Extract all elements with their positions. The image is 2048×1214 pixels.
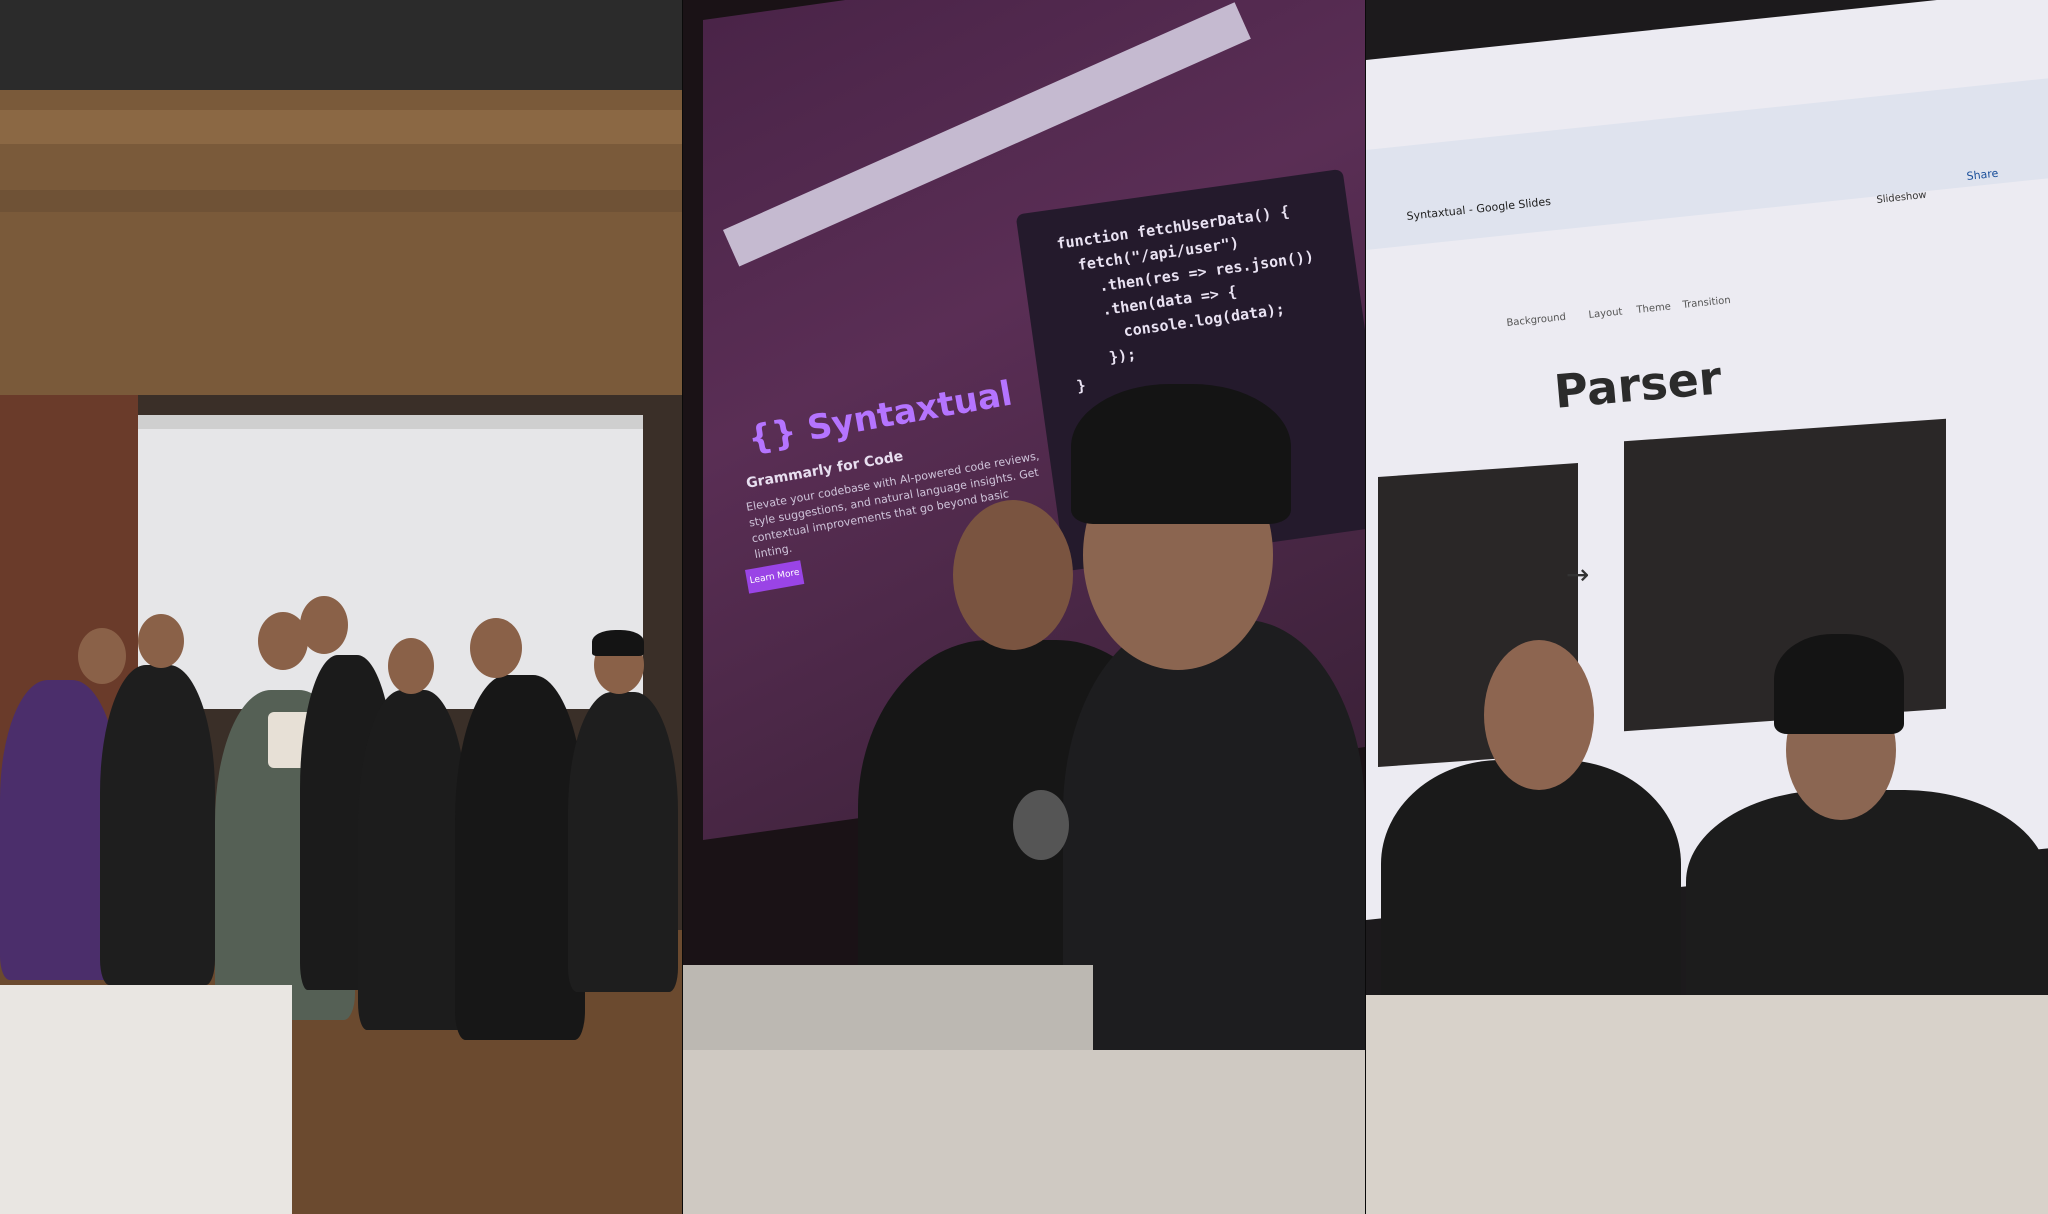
person: [568, 692, 678, 992]
person: [455, 675, 585, 1040]
presenter: [1686, 790, 2048, 1020]
table: [0, 985, 292, 1214]
person-head: [1484, 640, 1594, 790]
ceiling-beam: [0, 110, 682, 144]
podium: [1366, 995, 2048, 1214]
person-head: [388, 638, 434, 694]
microphone: [1013, 790, 1069, 860]
beanie: [592, 630, 644, 656]
arrow-icon: →: [1566, 558, 1590, 591]
person-head: [78, 628, 126, 684]
person: [358, 690, 468, 1030]
person-head: [953, 500, 1073, 650]
person: [1381, 760, 1681, 1020]
beanie: [1774, 634, 1904, 734]
presenter: [1063, 620, 1365, 1100]
group-photo-panel: [0, 0, 682, 1214]
podium: [683, 1050, 1365, 1214]
beanie: [1071, 384, 1291, 524]
code-snippet: function fetchUserData() { fetch("/api/u…: [1055, 202, 1316, 396]
parser-slide-panel: Syntaxtual - Google Slides Share Slidesh…: [1366, 0, 2048, 1214]
syntaxtual-demo-panel: function fetchUserData() { fetch("/api/u…: [683, 0, 1365, 1214]
person-head: [300, 596, 348, 654]
person-head: [138, 614, 184, 668]
person-head: [470, 618, 522, 678]
person: [100, 665, 215, 985]
ceiling-beam: [0, 190, 682, 212]
